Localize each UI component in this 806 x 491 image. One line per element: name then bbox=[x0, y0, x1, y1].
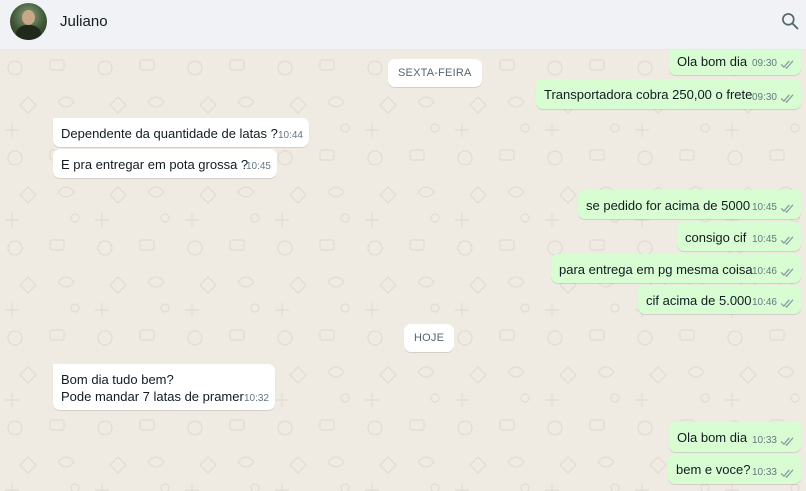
search-icon[interactable] bbox=[780, 11, 800, 31]
double-check-icon bbox=[780, 59, 794, 69]
contact-avatar[interactable] bbox=[10, 3, 47, 40]
message-bubble[interactable]: Ola bom dia 10:33 bbox=[669, 422, 801, 452]
message-meta: 10:46 bbox=[752, 263, 795, 280]
double-check-icon bbox=[780, 436, 794, 446]
message-meta: 10:45 bbox=[752, 199, 795, 216]
message-bubble[interactable]: Dependente da quantidade de latas ? 10:4… bbox=[53, 118, 309, 147]
avatar-body-shape bbox=[16, 25, 41, 40]
message-bubble[interactable]: para entrega em pg mesma coisa 10:46 bbox=[551, 254, 801, 283]
double-check-icon bbox=[780, 267, 794, 277]
avatar-face-shape bbox=[22, 10, 35, 25]
double-check-icon bbox=[780, 235, 794, 245]
double-check-icon bbox=[780, 93, 794, 103]
message-bubble[interactable]: bem e voce? 10:33 bbox=[668, 454, 801, 484]
message-time: 10:32 bbox=[243, 393, 269, 404]
message-meta: 09:30 bbox=[752, 89, 795, 106]
message-bubble[interactable]: Transportadora cobra 250,00 o frete 09:3… bbox=[536, 79, 801, 109]
message-time: 10:45 bbox=[751, 234, 777, 245]
message-time: 10:44 bbox=[277, 130, 303, 141]
message-bubble[interactable]: cif acima de 5.000 10:46 bbox=[638, 285, 801, 314]
message-bubble[interactable]: Ola bom dia 09:30 bbox=[669, 50, 801, 75]
message-meta: 10:44 bbox=[278, 127, 303, 144]
message-time: 10:46 bbox=[751, 297, 777, 308]
message-meta: 10:45 bbox=[752, 231, 795, 248]
message-meta: 10:46 bbox=[752, 294, 795, 311]
message-meta: 10:32 bbox=[244, 390, 269, 407]
double-check-icon bbox=[780, 203, 794, 213]
message-time: 10:33 bbox=[751, 435, 777, 446]
message-meta: 10:33 bbox=[752, 464, 795, 481]
double-check-icon bbox=[780, 298, 794, 308]
message-time: 09:30 bbox=[751, 92, 777, 103]
message-time: 10:33 bbox=[751, 467, 777, 478]
message-time: 10:45 bbox=[245, 161, 271, 172]
message-bubble[interactable]: Bom dia tudo bem? Pode mandar 7 latas de… bbox=[53, 364, 275, 410]
message-bubble[interactable]: consigo cif 10:45 bbox=[677, 222, 801, 251]
chat-header: Juliano bbox=[0, 0, 806, 50]
message-bubble[interactable]: se pedido for acima de 5000 10:45 bbox=[578, 190, 801, 219]
double-check-icon bbox=[780, 468, 794, 478]
message-text: Dependente da quantidade de latas ? bbox=[61, 126, 278, 141]
message-area[interactable]: SEXTA-FEIRA HOJE Ola bom dia 09:30 Trans… bbox=[0, 50, 806, 491]
contact-name[interactable]: Juliano bbox=[60, 13, 108, 30]
message-meta: 09:30 bbox=[752, 55, 795, 72]
message-time: 09:30 bbox=[751, 58, 777, 69]
day-separator-friday: SEXTA-FEIRA bbox=[388, 59, 482, 87]
message-time: 10:46 bbox=[751, 266, 777, 277]
message-bubble[interactable]: E pra entregar em pota grossa ? 10:45 bbox=[53, 149, 277, 178]
message-time: 10:45 bbox=[751, 202, 777, 213]
message-meta: 10:45 bbox=[246, 158, 271, 175]
message-text: E pra entregar em pota grossa ? bbox=[61, 157, 249, 172]
day-separator-today: HOJE bbox=[404, 324, 455, 352]
message-text: Bom dia tudo bem? Pode mandar 7 latas de… bbox=[61, 372, 244, 404]
message-meta: 10:33 bbox=[752, 432, 795, 449]
